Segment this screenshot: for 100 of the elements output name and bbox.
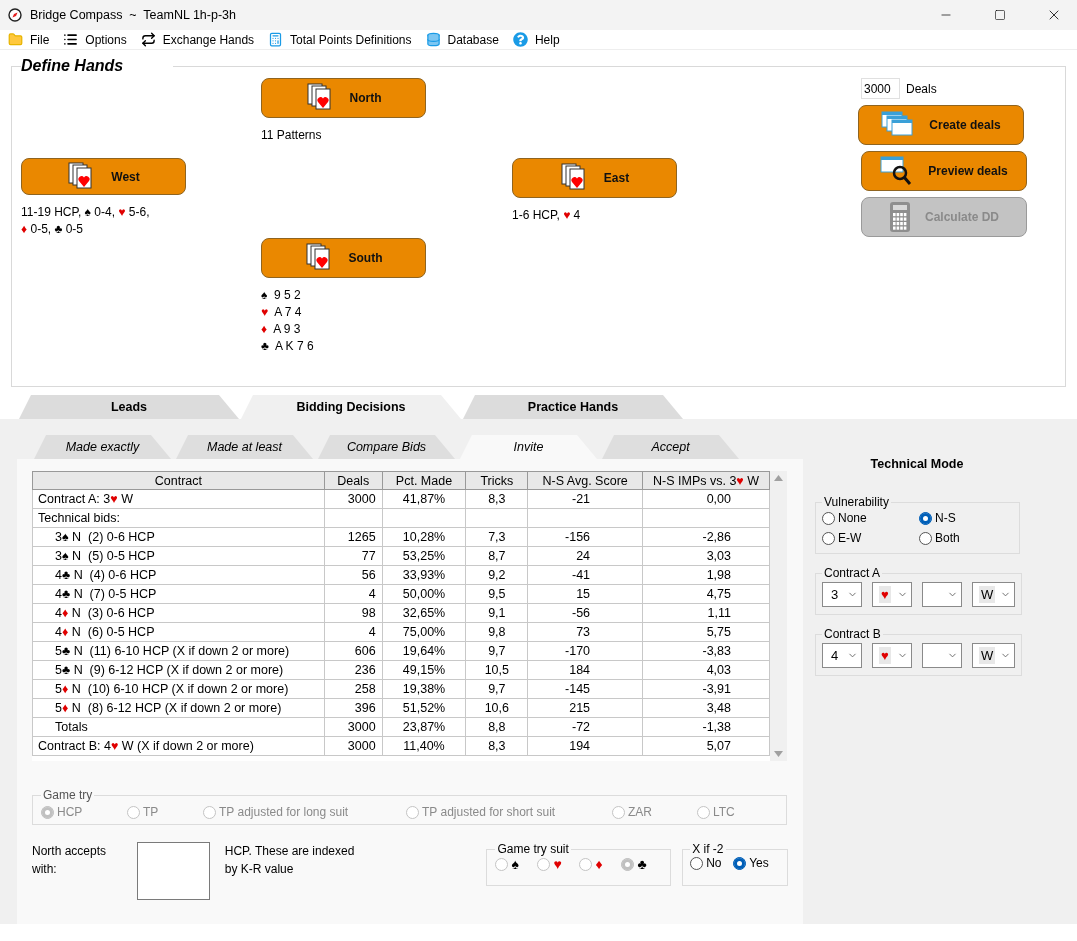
column-header[interactable]: Tricks — [465, 471, 528, 490]
accept-field[interactable] — [136, 842, 210, 900]
table-cell: 49,15% — [382, 660, 466, 680]
table-cell: 4♣ N (4) 0-6 HCP — [32, 565, 325, 585]
column-header[interactable]: N-S IMPs vs. 3♥ W — [642, 471, 770, 490]
table-cell: 1,11 — [642, 603, 770, 623]
table-cell: 9,1 — [465, 603, 528, 623]
radio-button[interactable]: No — [690, 856, 734, 870]
hand-description: 11-19 HCP, ♠ 0-4, ♥ 5-6, — [21, 204, 151, 221]
scroll-down-icon[interactable] — [774, 751, 783, 757]
double-select[interactable] — [922, 643, 962, 668]
tab[interactable]: Made at least — [176, 435, 313, 459]
tab[interactable]: Made exactly — [34, 435, 171, 459]
table-cell: 8,3 — [465, 489, 528, 509]
table-cell: 8,8 — [465, 717, 528, 737]
list-icon — [63, 32, 79, 47]
table-cell: 23,87% — [382, 717, 466, 737]
table-cell: 1265 — [324, 527, 383, 547]
tab[interactable]: Invite — [460, 435, 597, 459]
action-button[interactable]: Preview deals — [861, 151, 1027, 191]
tab[interactable]: Practice Hands — [463, 395, 683, 419]
table-cell: 10,28% — [382, 527, 466, 547]
column-header[interactable]: N-S Avg. Score — [527, 471, 643, 490]
action-button[interactable]: Create deals — [858, 105, 1024, 145]
level-select[interactable]: 3 — [822, 582, 862, 607]
seat-button[interactable]: South — [261, 238, 426, 278]
hand-description: ♦ A 9 3 — [261, 321, 302, 338]
table-cell: 5,07 — [642, 736, 770, 756]
table-cell: 9,5 — [465, 584, 528, 604]
hand-description: ♦ 0-5, ♣ 0-5 — [21, 221, 85, 238]
table-cell: 396 — [324, 698, 383, 718]
menu-item[interactable]: Options — [63, 32, 127, 47]
table-cell: 5,75 — [642, 622, 770, 642]
table-cell: 98 — [324, 603, 383, 623]
table-cell: 9,8 — [465, 622, 528, 642]
radio-button[interactable]: None — [822, 511, 919, 525]
group-title: X if -2 — [691, 842, 725, 856]
scroll-up-icon[interactable] — [774, 475, 783, 481]
column-header[interactable]: Pct. Made — [382, 471, 466, 490]
deals-field[interactable]: 3000 — [861, 78, 900, 99]
double-select[interactable] — [922, 582, 962, 607]
table-cell: 8,3 — [465, 736, 528, 756]
group-title: Contract A — [823, 566, 882, 580]
table-cell: 3,48 — [642, 698, 770, 718]
group-title: Contract B — [823, 627, 882, 641]
table-cell: 258 — [324, 679, 383, 699]
table-cell: 53,25% — [382, 546, 466, 566]
menu-item[interactable]: Total Points Definitions — [268, 32, 412, 47]
scrollbar[interactable] — [770, 471, 787, 761]
table-cell: 7,3 — [465, 527, 528, 547]
menu-item[interactable]: Help — [512, 32, 560, 47]
tab[interactable]: Leads — [19, 395, 239, 419]
tab[interactable]: Accept — [602, 435, 739, 459]
database-icon — [425, 32, 441, 47]
column-header[interactable]: Contract — [32, 471, 325, 490]
table-cell: 4♦ N (6) 0-5 HCP — [32, 622, 325, 642]
column-header[interactable]: Deals — [324, 471, 383, 490]
seat-button[interactable]: West — [21, 158, 186, 195]
table-cell: -56 — [527, 603, 643, 623]
hand-description: 11 Patterns — [261, 127, 323, 144]
table-cell: 50,00% — [382, 584, 466, 604]
section-title: Technical Mode — [869, 457, 965, 471]
table-cell: -41 — [527, 565, 643, 585]
table-cell: -145 — [527, 679, 643, 699]
panel-title: Define Hands — [21, 57, 125, 75]
table-cell: 19,64% — [382, 641, 466, 661]
table-cell: 10,6 — [465, 698, 528, 718]
table-cell: -170 — [527, 641, 643, 661]
declarer-select[interactable]: W — [972, 582, 1015, 607]
table-cell: 24 — [527, 546, 643, 566]
table-cell: 184 — [527, 660, 643, 680]
accept-note: HCP. These are indexed by K-R value — [224, 843, 356, 878]
seat-button[interactable]: North — [261, 78, 426, 118]
table-cell: 606 — [324, 641, 383, 661]
suit-select[interactable]: ♥ — [872, 643, 912, 668]
radio-button[interactable]: Yes — [733, 856, 780, 870]
table-cell: 73 — [527, 622, 643, 642]
radio-button[interactable]: E-W — [822, 531, 919, 545]
help-icon — [512, 32, 528, 47]
suit-select[interactable]: ♥ — [872, 582, 912, 607]
table-cell: 77 — [324, 546, 383, 566]
table-cell: 3000 — [324, 717, 383, 737]
table-cell: 5♣ N (11) 6-10 HCP (X if down 2 or more) — [32, 641, 325, 661]
level-select[interactable]: 4 — [822, 643, 862, 668]
tab[interactable]: Bidding Decisions — [241, 395, 461, 419]
exchange-icon — [140, 32, 156, 47]
seat-button[interactable]: East — [512, 158, 677, 198]
tab[interactable]: Compare Bids — [318, 435, 455, 459]
radio-button[interactable]: Both — [919, 531, 1013, 545]
radio-button[interactable]: N-S — [919, 511, 1013, 525]
table-cell: 75,00% — [382, 622, 466, 642]
table-cell: 9,7 — [465, 679, 528, 699]
menu-item[interactable]: File — [8, 32, 50, 47]
menu-item[interactable]: Database — [425, 32, 499, 47]
calculator-icon — [889, 201, 911, 233]
table-cell: 9,7 — [465, 641, 528, 661]
table-cell: 11,40% — [382, 736, 466, 756]
declarer-select[interactable]: W — [972, 643, 1015, 668]
menu-item[interactable]: Exchange Hands — [140, 32, 255, 47]
table-cell: 4♦ N (3) 0-6 HCP — [32, 603, 325, 623]
